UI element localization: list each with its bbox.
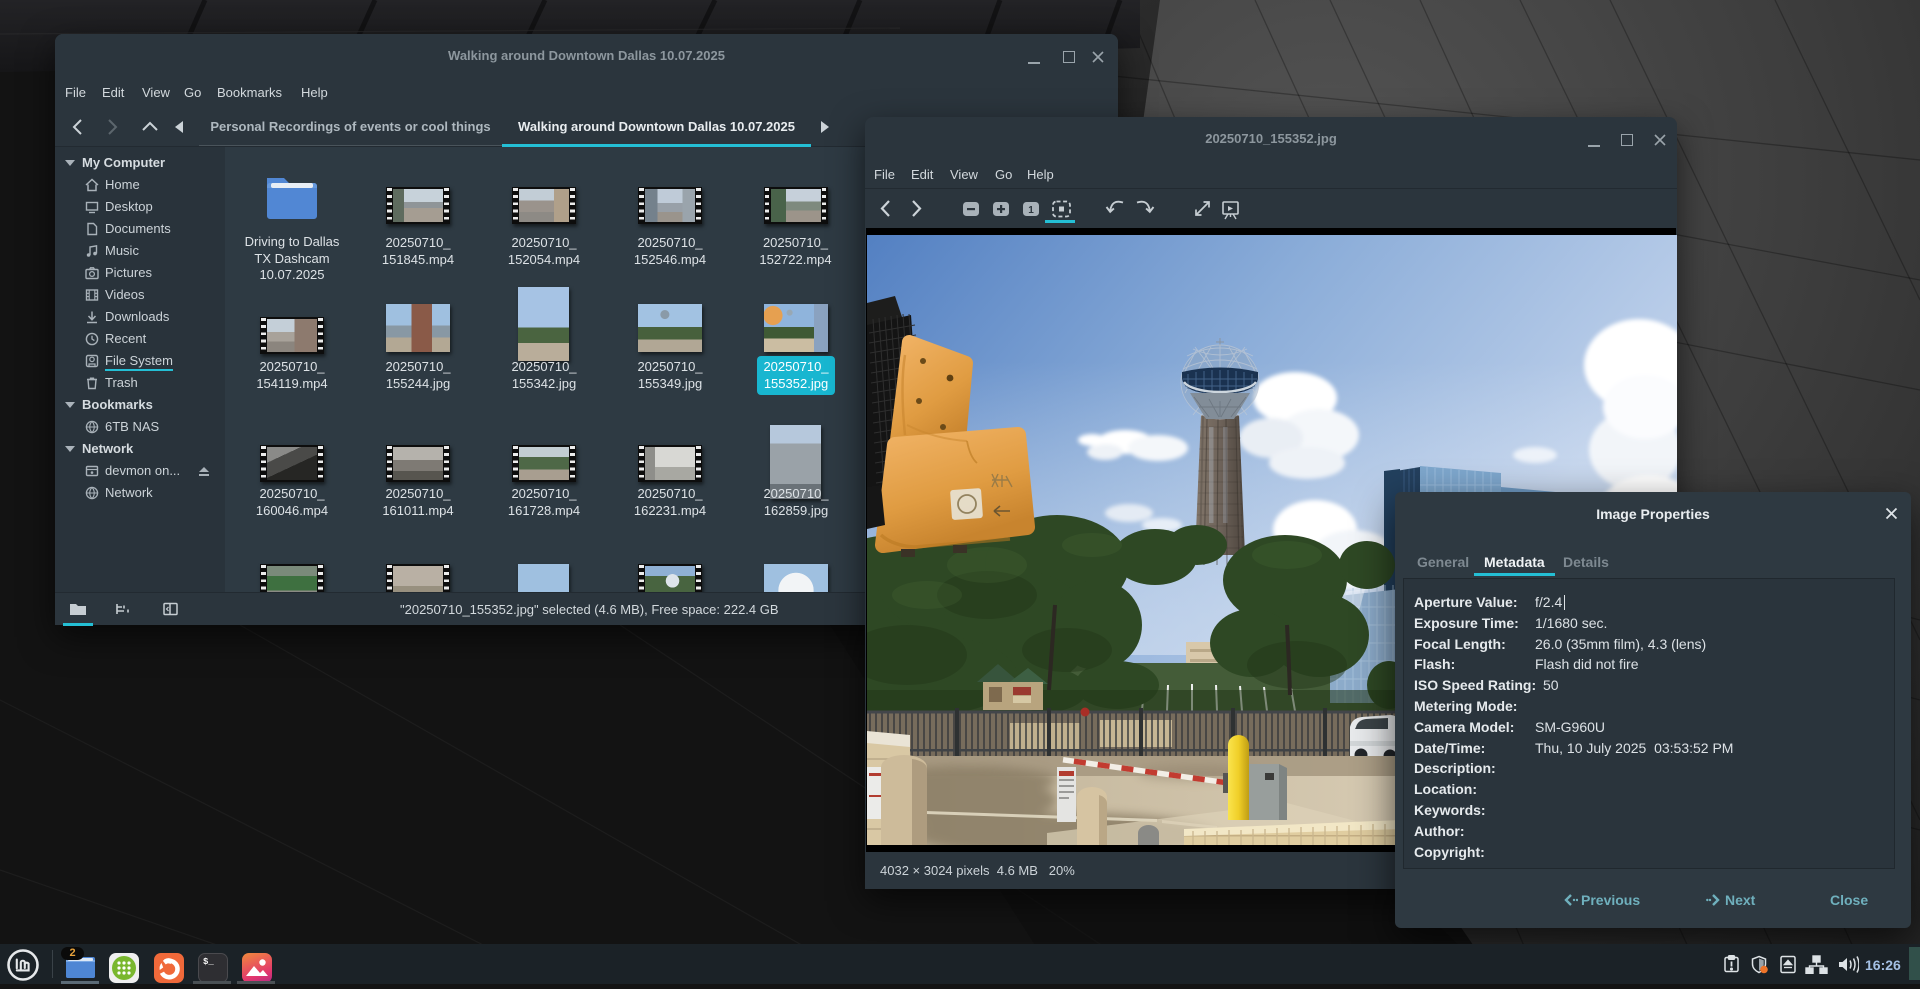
svg-text:1: 1 [1028,205,1034,216]
